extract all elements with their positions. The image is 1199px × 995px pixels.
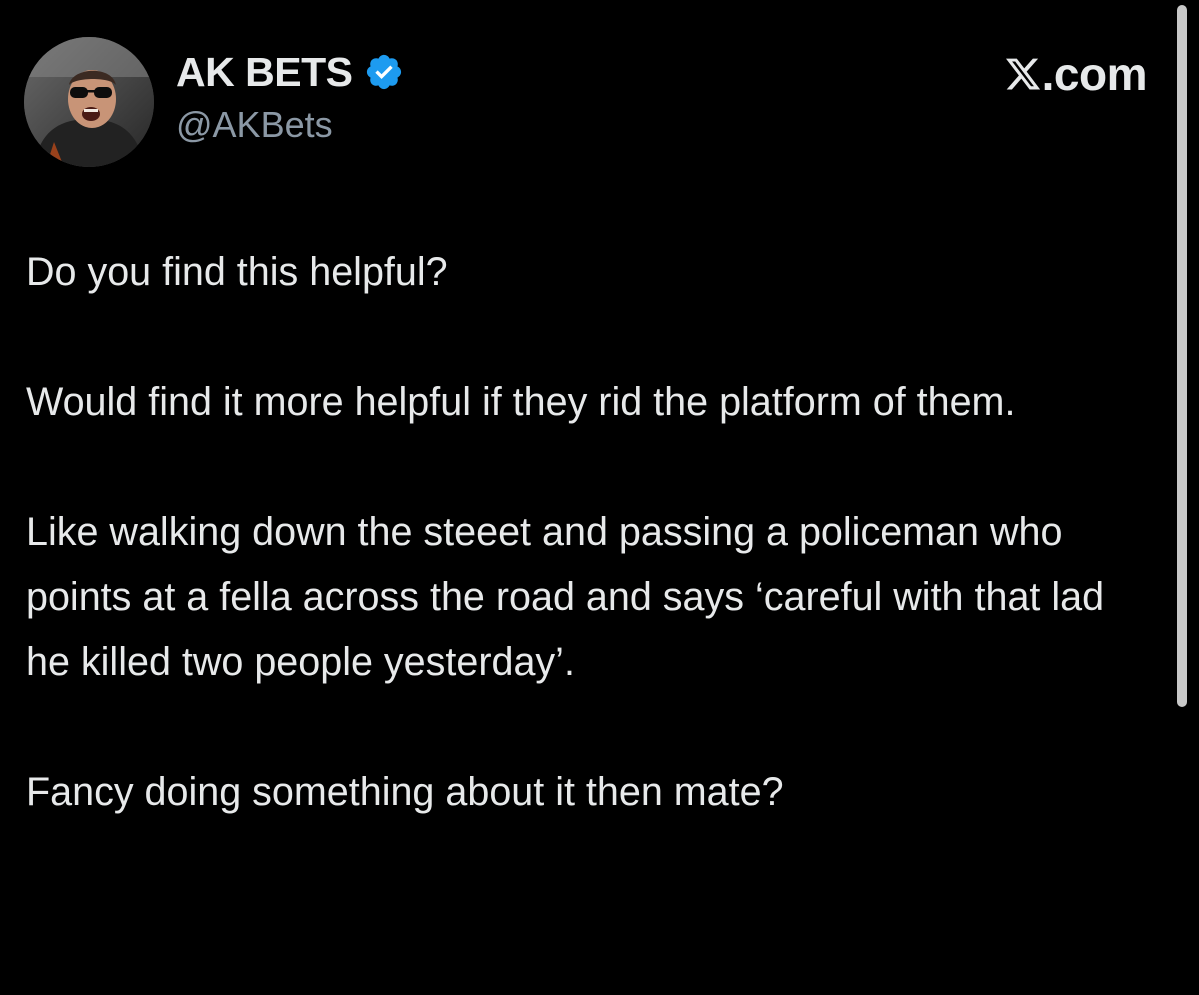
scrollbar[interactable] xyxy=(1177,5,1187,707)
verified-badge-icon xyxy=(367,54,402,90)
brand-watermark: .com xyxy=(1004,48,1148,100)
author-name-row: AK BETS xyxy=(176,48,404,96)
display-name[interactable]: AK BETS xyxy=(176,49,353,96)
tweet-paragraph: Do you find this helpful? xyxy=(26,250,448,294)
tweet-paragraph: Like walking down the steeet and passing… xyxy=(26,510,1105,684)
avatar[interactable] xyxy=(24,37,154,167)
brand-suffix: .com xyxy=(1041,48,1148,100)
tweet-paragraph: Would find it more helpful if they rid t… xyxy=(26,380,1016,424)
tweet-paragraph: Fancy doing something about it then mate… xyxy=(26,770,784,814)
x-logo-icon xyxy=(1005,58,1040,90)
tweet-text: Do you find this helpful? Would find it … xyxy=(26,240,1156,825)
avatar-photo xyxy=(24,37,154,167)
author-handle[interactable]: @AKBets xyxy=(176,104,333,146)
